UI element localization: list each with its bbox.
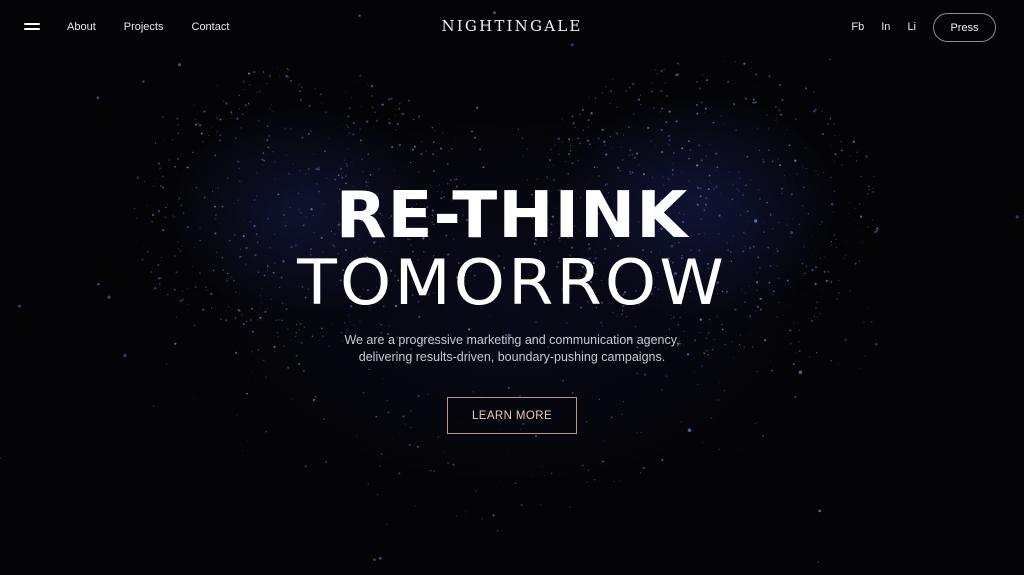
brand-logo[interactable]: NIGHTINGALE [400,17,624,35]
hero-subtitle: We are a progressive marketing and commu… [0,332,1024,366]
social-link-fb[interactable]: Fb [851,20,864,34]
learn-more-button[interactable]: LEARN MORE [447,397,577,434]
social-nav: Fb In Li [834,20,916,34]
press-button[interactable]: Press [933,13,996,42]
nav-link-about[interactable]: About [67,20,96,34]
hero-headline-line1: RE-THINK [335,179,689,253]
hero-subtitle-line2: delivering results-driven, boundary-push… [358,350,666,364]
primary-nav: About Projects Contact [67,20,257,34]
nav-link-contact[interactable]: Contact [192,20,230,34]
hamburger-menu-icon[interactable] [24,22,40,32]
social-link-li[interactable]: Li [907,20,916,34]
hero-subtitle-line1: We are a progressive marketing and commu… [344,333,680,347]
hero-section: RE-THINK TOMORROW We are a progressive m… [0,180,1024,434]
page: About Projects Contact NIGHTINGALE Fb In… [0,0,1024,575]
nav-link-projects[interactable]: Projects [124,20,164,34]
top-navbar: About Projects Contact NIGHTINGALE Fb In… [0,0,1024,56]
hero-headline-line2: TOMORROW [297,246,727,319]
social-link-in[interactable]: In [881,20,890,34]
